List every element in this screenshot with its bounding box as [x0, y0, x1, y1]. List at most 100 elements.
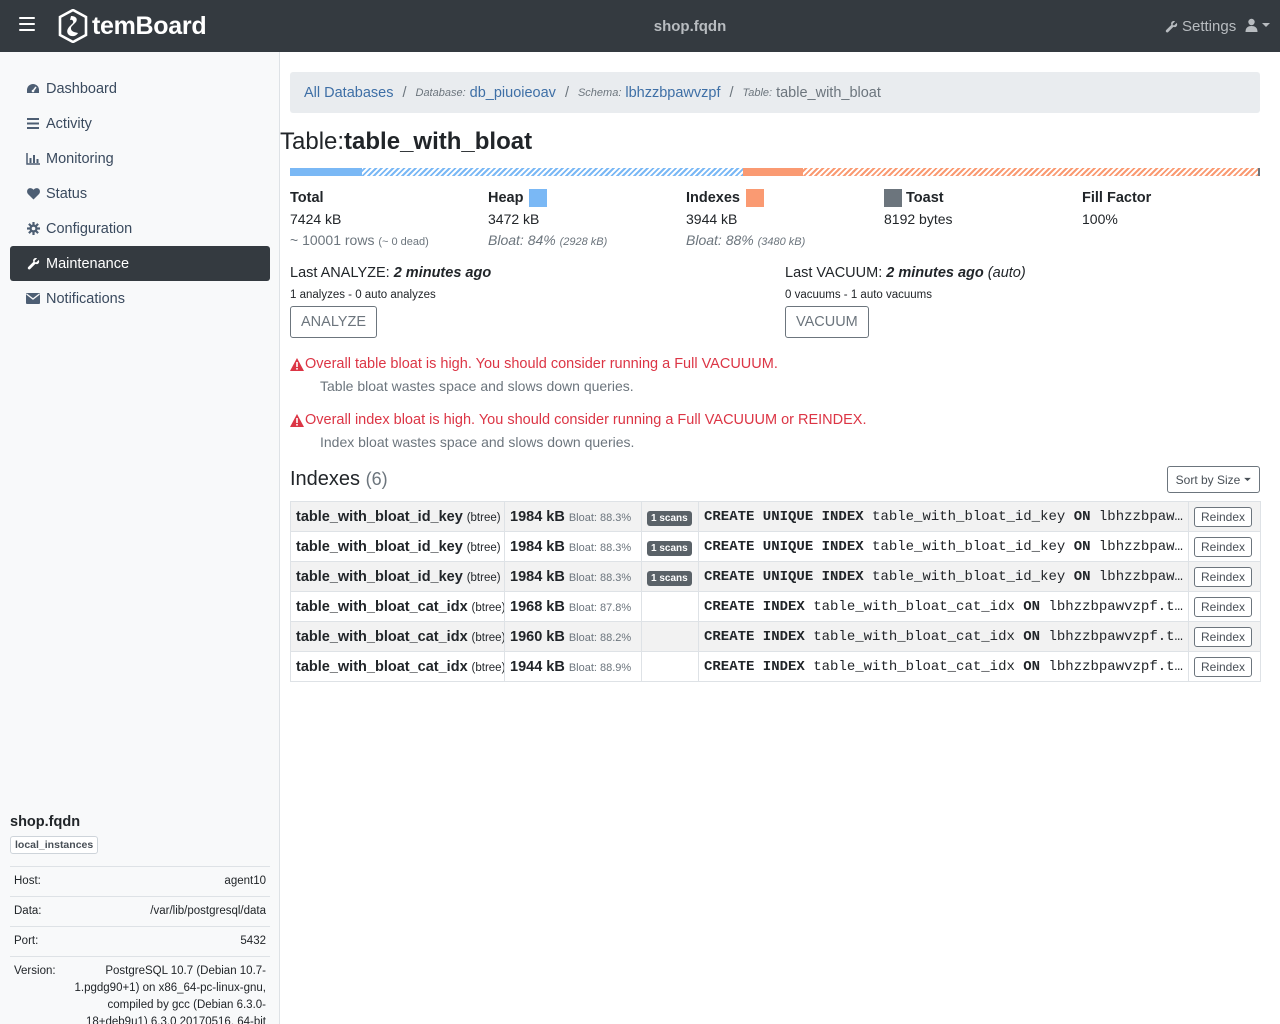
- sidebar-item-dashboard[interactable]: Dashboard: [10, 71, 270, 106]
- version-value: PostgreSQL 10.7 (Debian 10.7-1.pgdg90+1)…: [59, 956, 270, 1024]
- breadcrumb-separator: /: [564, 84, 569, 101]
- wrench-icon: [26, 257, 40, 271]
- heap-used-segment: [290, 168, 362, 176]
- instance-detail-row: Data: /var/lib/postgresql/data: [10, 896, 270, 927]
- analyze-button[interactable]: ANALYZE: [290, 306, 378, 338]
- reindex-button[interactable]: Reindex: [1194, 566, 1253, 587]
- breadcrumb-all-databases[interactable]: All Databases: [304, 85, 393, 101]
- indexes-title: Indexes: [290, 468, 361, 490]
- index-name-cell: table_with_bloat_id_key (btree): [290, 531, 505, 562]
- sidebar-item-maintenance[interactable]: Maintenance: [10, 246, 270, 281]
- stat-total-value: 7424 kB: [290, 211, 342, 227]
- index-scans-cell: 1 scans: [641, 531, 699, 562]
- sql-keyword: CREATE INDEX: [704, 598, 805, 615]
- sidebar-item-label: Dashboard: [46, 80, 117, 97]
- sidebar-item-label: Activity: [46, 115, 92, 132]
- sidebar-item-configuration[interactable]: Configuration: [10, 211, 270, 246]
- stat-indexes-header: Indexes: [686, 188, 884, 208]
- heap-legend-swatch: [529, 189, 548, 207]
- indexes-table-body: table_with_bloat_id_key (btree) 1984 kB Bl…: [290, 501, 1261, 682]
- sql-keyword: CREATE UNIQUE INDEX: [704, 538, 864, 555]
- breadcrumb-schema-label: Schema:: [577, 86, 622, 99]
- stat-heap: Heap 3472 kB Bloat: 84% (2928 kB): [488, 188, 686, 251]
- index-size: 1960 kB: [510, 629, 565, 645]
- stat-rows: ~ 10001 rows (~ 0 dead): [290, 230, 488, 251]
- instance-name: shop.fqdn: [10, 814, 81, 830]
- sql-target: lbhzzbpawvzpf.table_with_bloat USING btr…: [1098, 508, 1189, 525]
- index-definition: CREATE UNIQUE INDEX table_with_bloat_id_…: [698, 501, 1189, 532]
- table-row: table_with_bloat_id_key (btree) 1984 kB Bl…: [290, 501, 1261, 532]
- sidebar-item-activity[interactable]: Activity: [10, 106, 270, 141]
- reindex-button[interactable]: Reindex: [1194, 596, 1253, 617]
- sql-keyword: ON: [1023, 628, 1041, 645]
- breadcrumb-separator: /: [402, 84, 407, 101]
- sort-dropdown-button[interactable]: Sort by Size: [1167, 466, 1260, 493]
- sql-target: lbhzzbpawvzpf.table_with_bloat USING btr…: [1048, 628, 1188, 645]
- sidebar-item-label: Maintenance: [46, 255, 130, 272]
- stat-fill-label: Fill Factor: [1082, 190, 1152, 206]
- breadcrumb-schema[interactable]: lbhzzbpawvzpf: [625, 85, 720, 101]
- size-bloat-bar: [290, 168, 1260, 176]
- reindex-button[interactable]: Reindex: [1194, 506, 1253, 527]
- toast-legend-swatch: [884, 189, 902, 207]
- group-badge: local_instances: [10, 836, 99, 854]
- sql-index-name: table_with_bloat_id_key: [872, 538, 1066, 555]
- sidebar-item-notifications[interactable]: Notifications: [10, 281, 270, 316]
- user-menu[interactable]: [1245, 18, 1270, 32]
- port-value: 5432: [59, 926, 270, 957]
- stat-toast: Toast 8192 bytes: [884, 188, 1082, 230]
- table-row: table_with_bloat_cat_idx (btree) 1968 kB B…: [290, 591, 1261, 622]
- dead-rows: (~ 0 dead): [378, 236, 429, 248]
- index-scans-cell: 1 scans: [641, 561, 699, 592]
- table-row: table_with_bloat_cat_idx (btree) 1960 kB B…: [290, 621, 1261, 652]
- sidebar-item-status[interactable]: Status: [10, 176, 270, 211]
- index-type: (btree): [471, 602, 505, 614]
- vacuum-button[interactable]: VACUUM: [785, 306, 869, 338]
- index-scans-cell: [641, 621, 699, 652]
- alert-title: Overall table bloat is high. You should …: [290, 356, 1250, 372]
- instance-detail-row: Port: 5432: [10, 926, 270, 957]
- index-name-cell: table_with_bloat_id_key (btree): [290, 501, 505, 532]
- index-size-cell: 1944 kB Bloat: 88.9%: [504, 651, 642, 682]
- reindex-button[interactable]: Reindex: [1194, 656, 1253, 677]
- index-action-cell: Reindex: [1188, 651, 1261, 682]
- detail-label: Data:: [10, 896, 60, 927]
- index-bloat: Bloat: 88.2%: [568, 632, 632, 644]
- breadcrumb-separator: /: [729, 84, 734, 101]
- index-name: table_with_bloat_cat_idx: [296, 599, 468, 615]
- sql-keyword: CREATE INDEX: [704, 658, 805, 675]
- index-name-cell: table_with_bloat_id_key (btree): [290, 561, 505, 592]
- index-name-cell: table_with_bloat_cat_idx (btree): [290, 591, 505, 622]
- stat-fillfactor: Fill Factor 100%: [1082, 188, 1280, 230]
- scans-badge: 1 scans: [647, 570, 692, 586]
- reindex-button[interactable]: Reindex: [1194, 626, 1253, 647]
- detail-label: Port:: [10, 926, 60, 957]
- dashboard-icon: [26, 82, 40, 96]
- index-name: table_with_bloat_id_key: [296, 509, 463, 525]
- last-analyze: Last ANALYZE: 2 minutes ago: [290, 265, 760, 283]
- stat-toast-label: Toast: [906, 190, 944, 206]
- sidebar-item-monitoring[interactable]: Monitoring: [10, 141, 270, 176]
- index-scans-cell: [641, 651, 699, 682]
- sidebar-nav: Dashboard Activity Monitoring Status Con…: [10, 71, 270, 316]
- sql-index-name: table_with_bloat_id_key: [872, 568, 1066, 585]
- index-name-cell: table_with_bloat_cat_idx (btree): [290, 651, 505, 682]
- index-scans-cell: 1 scans: [641, 501, 699, 532]
- sql-target: lbhzzbpawvzpf.table_with_bloat USING btr…: [1098, 568, 1189, 585]
- table-row: table_with_bloat_id_key (btree) 1984 kB Bl…: [290, 561, 1261, 592]
- reindex-button[interactable]: Reindex: [1194, 536, 1253, 557]
- sql-keyword: ON: [1073, 538, 1091, 555]
- user-icon: [1245, 18, 1258, 32]
- stat-total: Total 7424 kB ~ 10001 rows (~ 0 dead): [290, 188, 488, 251]
- breadcrumb-database[interactable]: db_piuoieoav: [470, 85, 556, 101]
- list-icon: [26, 117, 40, 131]
- index-definition: CREATE INDEX table_with_bloat_cat_idx ON…: [698, 621, 1189, 652]
- alert-title-text: Overall table bloat is high. You should …: [305, 356, 778, 372]
- sql-index-name: table_with_bloat_id_key: [872, 508, 1066, 525]
- alert-title: Overall index bloat is high. You should …: [290, 412, 1250, 428]
- sort-label: Sort by Size: [1175, 472, 1241, 487]
- settings-link[interactable]: Settings: [1165, 18, 1236, 35]
- index-size-cell: 1968 kB Bloat: 87.8%: [504, 591, 642, 622]
- last-vacuum: Last VACUUM: 2 minutes ago (auto): [785, 265, 1255, 283]
- stat-heap-header: Heap: [488, 188, 686, 208]
